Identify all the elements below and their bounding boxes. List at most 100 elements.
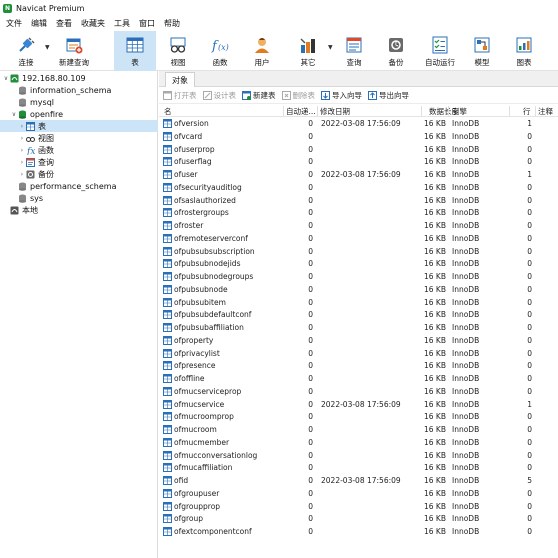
- table-row[interactable]: ofpubsubitem 0 16 KB InnoDB 0: [159, 297, 558, 310]
- menu-tools[interactable]: 工具: [111, 18, 136, 29]
- table-row[interactable]: ofpubsubnodegroups 0 16 KB InnoDB 0: [159, 271, 558, 284]
- other-dropdown-icon[interactable]: ▼: [328, 44, 333, 51]
- column-header-auto-increment[interactable]: 自动递...: [286, 106, 316, 117]
- model-button[interactable]: 模型: [464, 31, 500, 71]
- table-row[interactable]: ofpubsubaffiliation 0 16 KB InnoDB 0: [159, 322, 558, 335]
- import-wizard-button[interactable]: 导入向导: [321, 90, 362, 101]
- connect-button[interactable]: 连接: [8, 31, 44, 71]
- table-list-header: 名 自动递... 修改日期 数据长度 引擎 行 注释: [159, 105, 558, 117]
- tree-local[interactable]: 本地: [0, 204, 158, 216]
- table-row[interactable]: ofproperty 0 16 KB InnoDB 0: [159, 335, 558, 348]
- column-header-rows[interactable]: 行: [523, 106, 531, 117]
- menu-file[interactable]: 文件: [3, 18, 28, 29]
- backup-button[interactable]: 备份: [378, 31, 414, 71]
- column-header-name[interactable]: 名: [164, 106, 172, 117]
- automation-button[interactable]: 自动运行: [420, 31, 460, 71]
- column-header-comment[interactable]: 注释: [538, 106, 553, 117]
- table-row[interactable]: ofmucservice 0 2022-03-08 17:56:09 16 KB Inn…: [159, 399, 558, 412]
- menu-window[interactable]: 窗口: [136, 18, 161, 29]
- table-name: ofuser: [174, 170, 198, 179]
- tree-db-performance-schema[interactable]: performance_schema: [0, 180, 158, 192]
- auto-increment-value: 0: [308, 272, 313, 281]
- table-row[interactable]: ofmucaffiliation 0 16 KB InnoDB 0: [159, 462, 558, 475]
- query-button[interactable]: 查询: [336, 31, 372, 71]
- chevron-right-icon[interactable]: ›: [18, 147, 26, 154]
- function-button[interactable]: f (x) 函数: [202, 31, 238, 71]
- chevron-down-icon[interactable]: ∨: [2, 75, 10, 82]
- menu-edit[interactable]: 编辑: [28, 18, 53, 29]
- tree-connection[interactable]: ∨ 192.168.80.109: [0, 72, 158, 84]
- menu-favorites[interactable]: 收藏夹: [78, 18, 111, 29]
- auto-increment-value: 0: [308, 119, 313, 128]
- auto-increment-value: 0: [308, 310, 313, 320]
- chevron-down-icon[interactable]: ∨: [10, 111, 18, 118]
- view-button[interactable]: 视图: [160, 31, 196, 71]
- chevron-right-icon[interactable]: ›: [18, 135, 26, 142]
- table-row[interactable]: ofrostergroups 0 16 KB InnoDB 0: [159, 207, 558, 220]
- table-row[interactable]: ofmucroom 0 16 KB InnoDB 0: [159, 424, 558, 437]
- data-length-value: 16 KB: [424, 374, 446, 383]
- table-row[interactable]: ofgroupprop 0 16 KB InnoDB 0: [159, 501, 558, 514]
- tree-openfire-tables[interactable]: › 表: [0, 120, 158, 132]
- tree-openfire-views[interactable]: › 视图: [0, 132, 158, 144]
- other-button[interactable]: 其它: [290, 31, 326, 71]
- column-header-engine[interactable]: 引擎: [452, 106, 467, 117]
- row-count-value: 1: [527, 170, 532, 179]
- table-row[interactable]: ofprivacylist 0 16 KB InnoDB 0: [159, 348, 558, 361]
- chevron-right-icon[interactable]: ›: [18, 171, 26, 178]
- table-row[interactable]: ofversion 0 2022-03-08 17:56:09 16 KB InnoDB…: [159, 118, 558, 131]
- design-table-icon: [202, 91, 212, 100]
- new-query-button[interactable]: 新建查询: [54, 31, 94, 71]
- chart-button[interactable]: 图表: [506, 31, 542, 71]
- table-icon: [163, 221, 172, 230]
- table-row[interactable]: ofremoteserverconf 0 16 KB InnoDB 0: [159, 233, 558, 246]
- table-row[interactable]: ofextcomponentconf 0 16 KB InnoDB 0: [159, 526, 558, 539]
- tree-db-mysql[interactable]: mysql: [0, 96, 158, 108]
- object-pane: 对象 打开表 设计表 新建表 删除表 导入向导 导出向导 名 自动递... 修改…: [159, 71, 558, 558]
- connect-dropdown-icon[interactable]: ▼: [45, 44, 50, 51]
- table-row[interactable]: ofpubsubnode 0 16 KB InnoDB 0: [159, 284, 558, 297]
- table-row[interactable]: ofpubsubsubscription 0 16 KB InnoDB 0: [159, 246, 558, 259]
- export-wizard-button[interactable]: 导出向导: [368, 90, 409, 101]
- table-row[interactable]: ofsaslauthorized 0 16 KB InnoDB 0: [159, 195, 558, 208]
- table-row[interactable]: ofsecurityauditlog 0 16 KB InnoDB 0: [159, 182, 558, 195]
- data-length-value: 16 KB: [424, 399, 446, 409]
- table-row[interactable]: ofmucserviceprop 0 16 KB InnoDB 0: [159, 386, 558, 399]
- table-row[interactable]: ofoffline 0 16 KB InnoDB 0: [159, 373, 558, 386]
- table-row[interactable]: ofvcard 0 16 KB InnoDB 0: [159, 131, 558, 144]
- tree-openfire-functions[interactable]: › fx 函数: [0, 144, 158, 156]
- tree-db-sys[interactable]: sys: [0, 192, 158, 204]
- table-row[interactable]: ofpubsubdefaultconf 0 16 KB InnoDB 0: [159, 309, 558, 322]
- table-row[interactable]: ofuserflag 0 16 KB InnoDB 0: [159, 156, 558, 169]
- table-row[interactable]: ofpresence 0 16 KB InnoDB 0: [159, 360, 558, 373]
- table-row[interactable]: ofroster 0 16 KB InnoDB 0: [159, 220, 558, 233]
- table-row[interactable]: ofmucmember 0 16 KB InnoDB 0: [159, 437, 558, 450]
- table-row[interactable]: ofgroupuser 0 16 KB InnoDB 0: [159, 488, 558, 501]
- tools-icon: [298, 35, 318, 55]
- menu-bar: 文件 编辑 查看 收藏夹 工具 窗口 帮助: [0, 16, 558, 30]
- table-row[interactable]: ofmucroomprop 0 16 KB InnoDB 0: [159, 411, 558, 424]
- table-row[interactable]: ofuser 0 2022-03-08 17:56:09 16 KB InnoDB 1: [159, 169, 558, 182]
- table-row[interactable]: ofgroup 0 16 KB InnoDB 0: [159, 513, 558, 526]
- menu-view[interactable]: 查看: [53, 18, 78, 29]
- tab-objects[interactable]: 对象: [165, 72, 195, 87]
- column-header-modified[interactable]: 修改日期: [320, 106, 350, 117]
- table-row[interactable]: ofpubsubnodejids 0 16 KB InnoDB 0: [159, 258, 558, 271]
- tree-db-information-schema[interactable]: information_schema: [0, 84, 158, 96]
- row-count-value: 0: [527, 284, 532, 294]
- table-row[interactable]: ofuserprop 0 16 KB InnoDB 0: [159, 144, 558, 157]
- delete-table-button[interactable]: 删除表: [281, 90, 315, 101]
- chevron-right-icon[interactable]: ›: [18, 123, 26, 130]
- tree-openfire-backups[interactable]: › 备份: [0, 168, 158, 180]
- new-table-button[interactable]: 新建表: [242, 90, 276, 101]
- table-button[interactable]: 表: [114, 31, 156, 71]
- user-button[interactable]: 用户: [244, 31, 280, 71]
- tree-openfire-queries[interactable]: › 查询: [0, 156, 158, 168]
- table-row[interactable]: ofmucconversationlog 0 16 KB InnoDB 0: [159, 450, 558, 463]
- chevron-right-icon[interactable]: ›: [18, 159, 26, 166]
- menu-help[interactable]: 帮助: [161, 18, 186, 29]
- open-table-button[interactable]: 打开表: [163, 90, 197, 101]
- tree-db-openfire[interactable]: ∨ openfire: [0, 108, 158, 120]
- table-row[interactable]: ofid 0 2022-03-08 17:56:09 16 KB InnoDB 5: [159, 475, 558, 488]
- design-table-button[interactable]: 设计表: [202, 90, 236, 101]
